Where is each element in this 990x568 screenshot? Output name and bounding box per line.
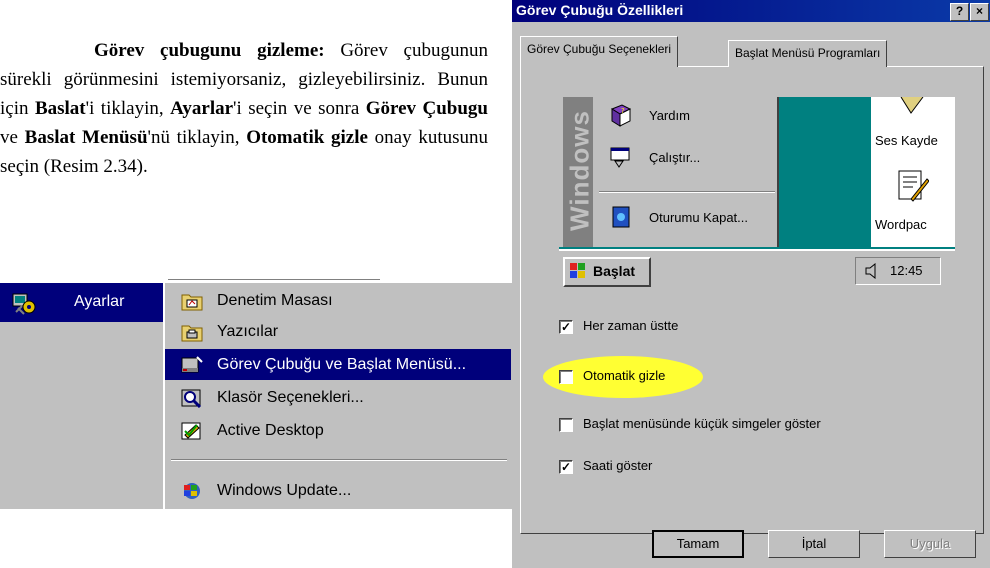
- menu-top-edge: [168, 279, 380, 280]
- windows-update-icon: [181, 481, 203, 501]
- settings-submenu: Denetim Masası Yazıcılar Görev Çubuğu ve…: [164, 283, 513, 509]
- windows-logo-icon: [569, 262, 587, 283]
- menu-separator: [171, 459, 507, 461]
- start-menu-item-settings[interactable]: Ayarlar: [0, 283, 163, 322]
- help-book-icon: ?: [609, 103, 633, 127]
- preview-start-button: Başlat: [563, 257, 651, 287]
- volume-icon: [864, 262, 882, 282]
- preview-separator: [599, 191, 775, 193]
- logoff-icon: [609, 205, 633, 229]
- checkbox-always-on-top[interactable]: ✓: [559, 320, 573, 334]
- paragraph-heading: Görev çubugunu gizleme:: [94, 40, 325, 61]
- checkbox-small-icons[interactable]: [559, 418, 573, 432]
- menu-item-taskbar-start-menu[interactable]: Görev Çubuğu ve Başlat Menüsü...: [165, 349, 511, 380]
- checkbox-show-clock[interactable]: ✓: [559, 460, 573, 474]
- sound-recorder-icon: [897, 97, 927, 126]
- desktop-label-wordpad: Wordpac: [875, 217, 927, 232]
- menu-item-control-panel[interactable]: Denetim Masası: [165, 285, 511, 316]
- desktop-label-sound: Ses Kayde: [875, 133, 938, 148]
- svg-text:?: ?: [621, 107, 625, 115]
- active-desktop-icon: [181, 421, 203, 441]
- preview-item-logoff: Oturumu Kapat...: [609, 203, 769, 233]
- menu-item-windows-update[interactable]: Windows Update...: [165, 475, 511, 506]
- preview-desktop: Ses Kayde Wordpac: [871, 97, 955, 247]
- control-panel-icon: [181, 291, 203, 311]
- help-button[interactable]: ?: [950, 3, 969, 21]
- checkbox-auto-hide[interactable]: [559, 370, 573, 384]
- dialog-title: Görev Çubuğu Özellikleri: [516, 2, 684, 18]
- preview-start-menu: Windows ? Yardım Çalıştır... Oturumu Kap…: [559, 97, 779, 247]
- preview-system-tray: 12:45: [855, 257, 941, 285]
- menu-item-active-desktop[interactable]: Active Desktop: [165, 415, 511, 446]
- preview-windows-strip: Windows: [563, 97, 595, 247]
- wordpad-icon: [897, 169, 930, 208]
- taskbar-icon: [181, 355, 203, 375]
- taskbar-preview: Windows ? Yardım Çalıştır... Oturumu Kap…: [559, 97, 955, 289]
- ok-button[interactable]: Tamam: [652, 530, 744, 558]
- preview-item-help: ? Yardım: [609, 101, 769, 131]
- tab-taskbar-options[interactable]: Görev Çubuğu Seçenekleri: [520, 36, 679, 67]
- printers-icon: [181, 322, 203, 342]
- menu-item-printers[interactable]: Yazıcılar: [165, 316, 511, 347]
- tab-start-menu-programs[interactable]: Başlat Menüsü Programları: [728, 40, 888, 67]
- settings-icon: [12, 291, 36, 315]
- run-icon: [609, 145, 633, 169]
- folder-options-icon: [181, 388, 203, 409]
- dialog-titlebar[interactable]: Görev Çubuğu Özellikleri ? ×: [512, 0, 990, 22]
- preview-taskbar: Başlat 12:45: [559, 249, 955, 289]
- preview-item-run: Çalıştır...: [609, 143, 769, 173]
- close-button[interactable]: ×: [970, 3, 989, 21]
- preview-clock: 12:45: [890, 263, 923, 278]
- settings-label: Ayarlar: [74, 293, 125, 310]
- menu-item-folder-options[interactable]: Klasör Seçenekleri...: [165, 382, 511, 413]
- instruction-paragraph: Görev çubugunu gizleme: Görev çubugunun …: [0, 40, 489, 177]
- cancel-button[interactable]: İptal: [768, 530, 860, 558]
- apply-button[interactable]: Uygula: [884, 530, 976, 558]
